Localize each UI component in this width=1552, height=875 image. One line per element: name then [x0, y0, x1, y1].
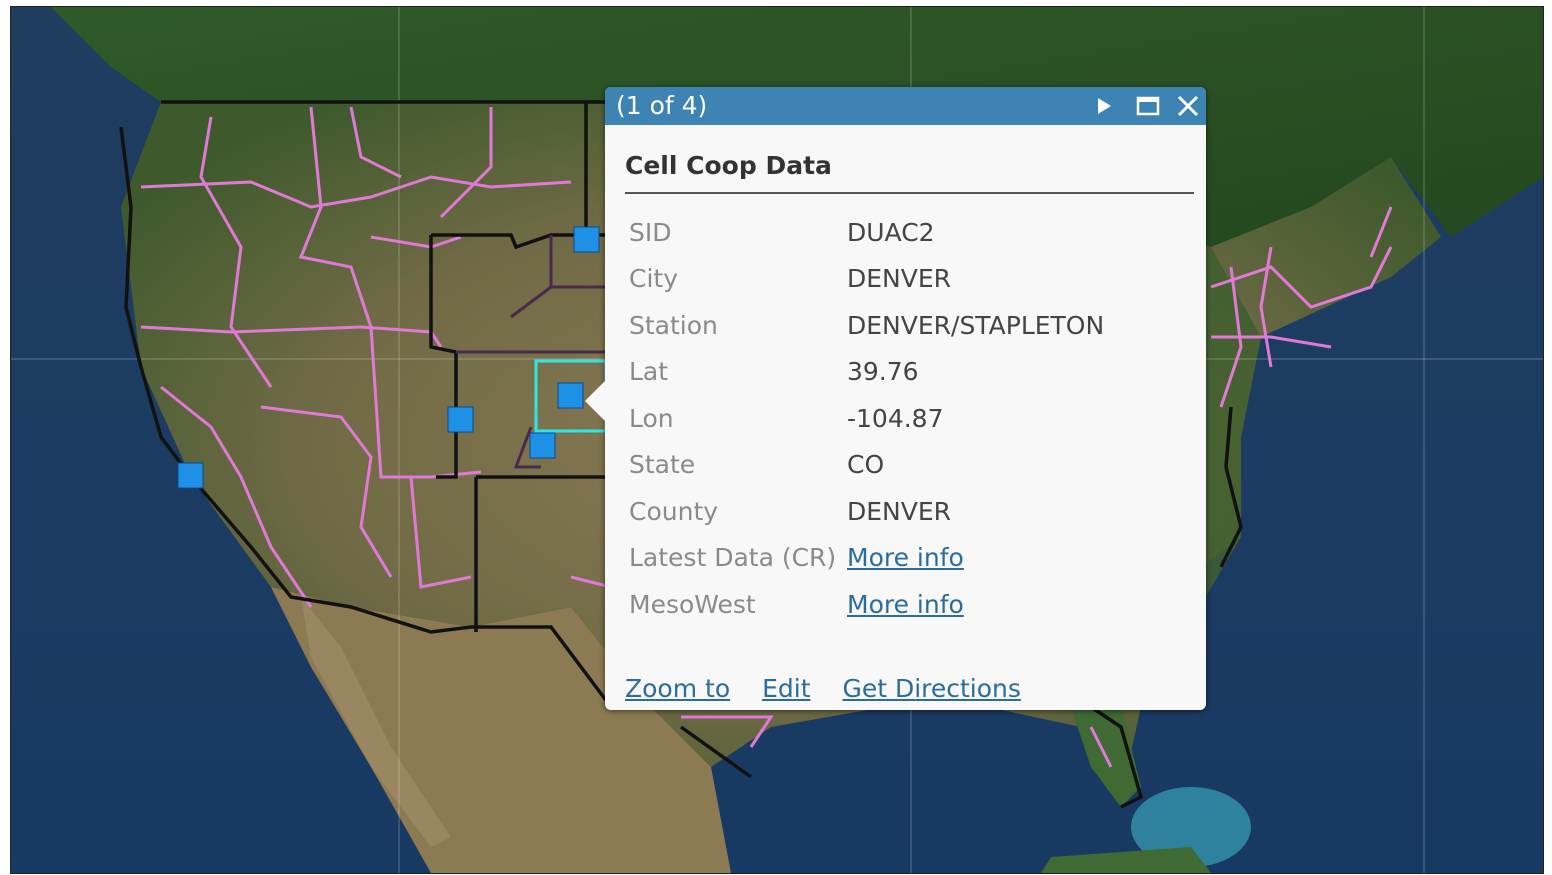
station-marker[interactable] [573, 226, 600, 253]
close-icon[interactable] [1175, 93, 1201, 119]
attribute-value: DENVER/STAPLETON [847, 310, 1105, 340]
attribute-label: SID [629, 217, 672, 247]
map-view[interactable]: (1 of 4) Cell Coop Data SID DUAC2 City D… [10, 6, 1544, 874]
attribute-value: -104.87 [847, 403, 944, 433]
station-marker-selected[interactable] [557, 382, 584, 409]
attribute-value: DENVER [847, 264, 952, 294]
title-divider [625, 192, 1194, 194]
attribute-label: City [629, 264, 678, 294]
attribute-row: State CO [629, 442, 1104, 489]
attribute-row: Station DENVER/STAPLETON [629, 302, 1104, 349]
attribute-value: DUAC2 [847, 217, 935, 247]
popup-actions: Zoom to Edit Get Directions [625, 674, 1045, 703]
attribute-label: MesoWest [629, 589, 756, 619]
attribute-label: State [629, 450, 696, 480]
popup-title: Cell Coop Data [625, 151, 832, 180]
attribute-row: City DENVER [629, 256, 1104, 303]
attribute-label: Latest Data (CR) [629, 543, 837, 573]
maximize-icon[interactable] [1135, 93, 1161, 119]
attribute-label: Lon [629, 403, 674, 433]
attribute-value: DENVER [847, 496, 952, 526]
attribute-row: SID DUAC2 [629, 209, 1104, 256]
station-marker[interactable] [529, 432, 556, 459]
attribute-row: MesoWest More info [629, 581, 1104, 628]
attribute-row: Lon -104.87 [629, 395, 1104, 442]
attribute-label: County [629, 496, 719, 526]
feature-counter: (1 of 4) [616, 91, 708, 120]
get-directions-link[interactable]: Get Directions [842, 674, 1020, 703]
feature-popup: (1 of 4) Cell Coop Data SID DUAC2 City D… [585, 87, 1206, 710]
attribute-value: 39.76 [847, 357, 919, 387]
attribute-value: CO [847, 450, 885, 480]
cuba [1041, 847, 1211, 873]
popup-header: (1 of 4) [605, 87, 1206, 125]
mesowest-more-info-link[interactable]: More info [847, 590, 964, 619]
attribute-label: Station [629, 310, 718, 340]
attribute-table: SID DUAC2 City DENVER Station DENVER/STA… [629, 209, 1104, 628]
attribute-label: Lat [629, 357, 669, 387]
latest-data-more-info-link[interactable]: More info [847, 543, 964, 572]
next-feature-icon[interactable] [1091, 93, 1117, 119]
station-marker[interactable] [177, 462, 204, 489]
station-marker[interactable] [447, 406, 474, 433]
zoom-to-link[interactable]: Zoom to [625, 674, 730, 703]
edit-link[interactable]: Edit [762, 674, 810, 703]
attribute-row: Lat 39.76 [629, 349, 1104, 396]
popup-pointer [585, 381, 605, 421]
attribute-row: Latest Data (CR) More info [629, 535, 1104, 582]
attribute-row: County DENVER [629, 488, 1104, 535]
